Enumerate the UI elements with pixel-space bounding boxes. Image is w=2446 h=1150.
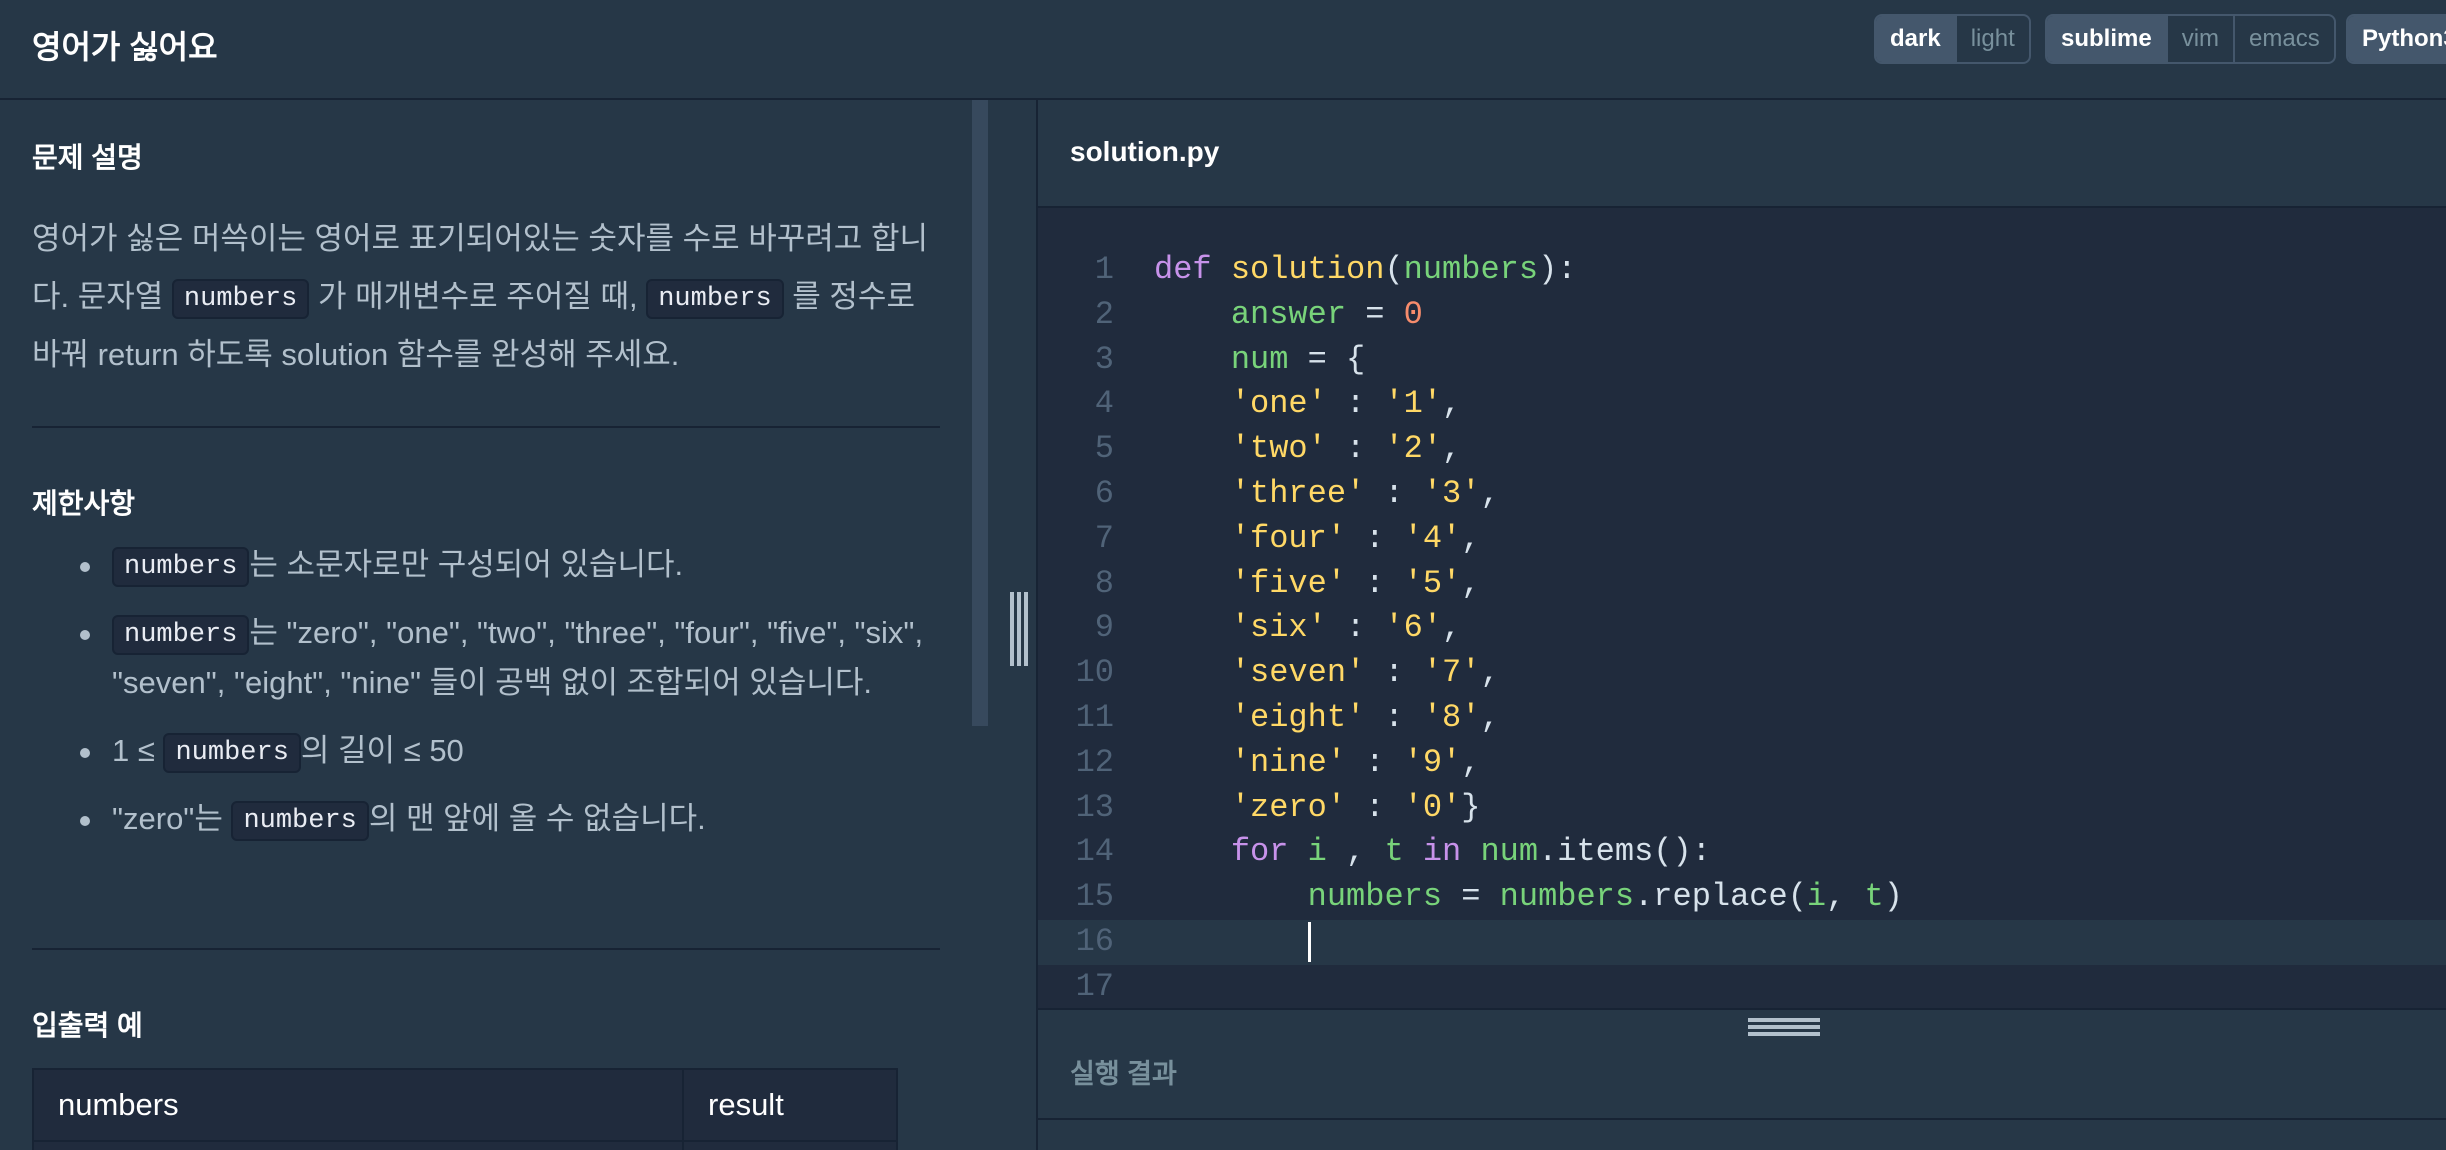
examples-table: numbers result — [32, 1068, 898, 1150]
file-name-tab[interactable]: solution.py — [1070, 136, 1219, 168]
page-title: 영어가 싫어요 — [32, 29, 218, 65]
code-line: 13 'zero' : '0'} — [1038, 786, 2446, 831]
inline-code: numbers — [646, 278, 784, 319]
code-line: 2 answer = 0 — [1038, 293, 2446, 338]
constraint-text: 는 소문자로만 구성되어 있습니다. — [249, 547, 684, 582]
line-number: 10 — [1075, 654, 1114, 692]
line-number: 4 — [1094, 385, 1114, 423]
line-number: 15 — [1075, 878, 1114, 916]
constraint-text: 의 맨 앞에 올 수 없습니다. — [368, 801, 706, 836]
line-number: 14 — [1075, 833, 1114, 871]
table-header-row: numbers result — [32, 1068, 898, 1142]
table-row — [32, 1140, 898, 1150]
problem-description: 영어가 싫은 머쓱이는 영어로 표기되어있는 숫자를 수로 바꾸려고 합니다. … — [32, 210, 942, 384]
top-header: 영어가 싫어요 dark light sublime vim emacs Pyt… — [0, 0, 2446, 100]
code-line: 11 'eight' : '8', — [1038, 696, 2446, 741]
inline-code: numbers — [231, 800, 369, 841]
constraint-text: 1 ≤ — [112, 733, 164, 768]
code-area[interactable]: 1 def solution(numbers): 2 answer = 0 3 n… — [1038, 248, 2446, 1010]
constraint-text: 의 길이 ≤ 50 — [300, 733, 464, 768]
language-selected[interactable]: Python3 — [2348, 16, 2446, 62]
desc-text: 가 매개변수로 주어질 때, — [309, 279, 647, 314]
line-number: 3 — [1094, 340, 1114, 378]
keymap-toggle[interactable]: sublime vim emacs — [2045, 14, 2336, 64]
code-line: 15 numbers = numbers.replace(i, t) — [1038, 875, 2446, 920]
constraint-item: numbers 는 소문자로만 구성되어 있습니다. — [80, 540, 930, 590]
constraints-list: numbers 는 소문자로만 구성되어 있습니다. numbers 는 "zero… — [80, 540, 930, 862]
file-tab-bar: solution.py — [1038, 100, 2446, 208]
constraint-item: "zero"는 numbers 의 맨 앞에 올 수 없습니다. — [80, 794, 930, 844]
code-line: 5 'two' : '2', — [1038, 427, 2446, 472]
code-line: 17 — [1038, 965, 2446, 1010]
code-line: 14 for i , t in num.items(): — [1038, 830, 2446, 875]
code-line: 7 'four' : '4', — [1038, 517, 2446, 562]
inline-code: numbers — [171, 278, 310, 319]
splitter-handle-icon[interactable] — [1010, 592, 1028, 666]
problem-scrollbar-thumb[interactable] — [972, 100, 988, 726]
result-panel: 실행 결과 — [1038, 1008, 2446, 1150]
code-editor-panel: solution.py 1 def solution(numbers): 2 an… — [1036, 100, 2446, 1150]
keymap-emacs-option[interactable]: emacs — [2233, 16, 2334, 62]
line-number: 9 — [1094, 609, 1114, 647]
theme-light-option[interactable]: light — [1954, 16, 2029, 62]
line-number: 6 — [1094, 474, 1114, 512]
keymap-sublime-option[interactable]: sublime — [2047, 16, 2166, 62]
inline-code: numbers — [112, 546, 250, 587]
code-line: 3 num = { — [1038, 338, 2446, 383]
line-number: 5 — [1094, 430, 1114, 468]
line-number: 12 — [1075, 743, 1114, 781]
language-selector[interactable]: Python3 — [2346, 14, 2446, 64]
text-cursor — [1307, 921, 1311, 962]
constraint-text: "zero"는 — [112, 801, 232, 836]
table-header-numbers: numbers — [32, 1068, 684, 1142]
constraint-item: numbers 는 "zero", "one", "two", "three", … — [80, 608, 930, 708]
code-line: 10 'seven' : '7', — [1038, 651, 2446, 696]
problem-panel: 문제 설명 영어가 싫은 머쓱이는 영어로 표기되어있는 숫자를 수로 바꾸려고… — [0, 100, 1000, 1150]
line-number: 11 — [1075, 698, 1114, 736]
table-header-result: result — [682, 1068, 898, 1142]
result-label: 실행 결과 — [1070, 1059, 1177, 1089]
section-constraints-title: 제한사항 — [32, 488, 136, 519]
code-line: 1 def solution(numbers): — [1038, 248, 2446, 293]
line-number: 17 — [1075, 967, 1114, 1005]
section-description-title: 문제 설명 — [32, 142, 143, 173]
inline-code: numbers — [112, 614, 250, 655]
code-line: 6 'three' : '3', — [1038, 472, 2446, 517]
code-line: 9 'six' : '6', — [1038, 606, 2446, 651]
section-examples-title: 입출력 예 — [32, 1010, 143, 1041]
divider — [32, 426, 940, 428]
table-cell — [682, 1140, 898, 1150]
divider — [32, 948, 940, 950]
code-line-active: 16 — [1038, 919, 2446, 965]
line-number: 8 — [1094, 564, 1114, 602]
line-number: 16 — [1075, 922, 1114, 960]
line-number: 13 — [1075, 788, 1114, 826]
theme-dark-option[interactable]: dark — [1876, 16, 1955, 62]
keymap-vim-option[interactable]: vim — [2165, 16, 2233, 62]
code-line: 12 'nine' : '9', — [1038, 741, 2446, 786]
line-number: 1 — [1094, 251, 1114, 288]
inline-code: numbers — [163, 732, 301, 773]
divider — [1038, 1118, 2446, 1120]
constraint-item: 1 ≤ numbers 의 길이 ≤ 50 — [80, 726, 930, 776]
theme-toggle[interactable]: dark light — [1874, 14, 2031, 64]
code-line: 4 'one' : '1', — [1038, 382, 2446, 427]
table-cell — [32, 1140, 684, 1150]
line-number: 2 — [1094, 295, 1114, 333]
line-number: 7 — [1094, 519, 1114, 557]
code-line: 8 'five' : '5', — [1038, 562, 2446, 607]
result-resize-handle-icon[interactable] — [1748, 1018, 1820, 1036]
